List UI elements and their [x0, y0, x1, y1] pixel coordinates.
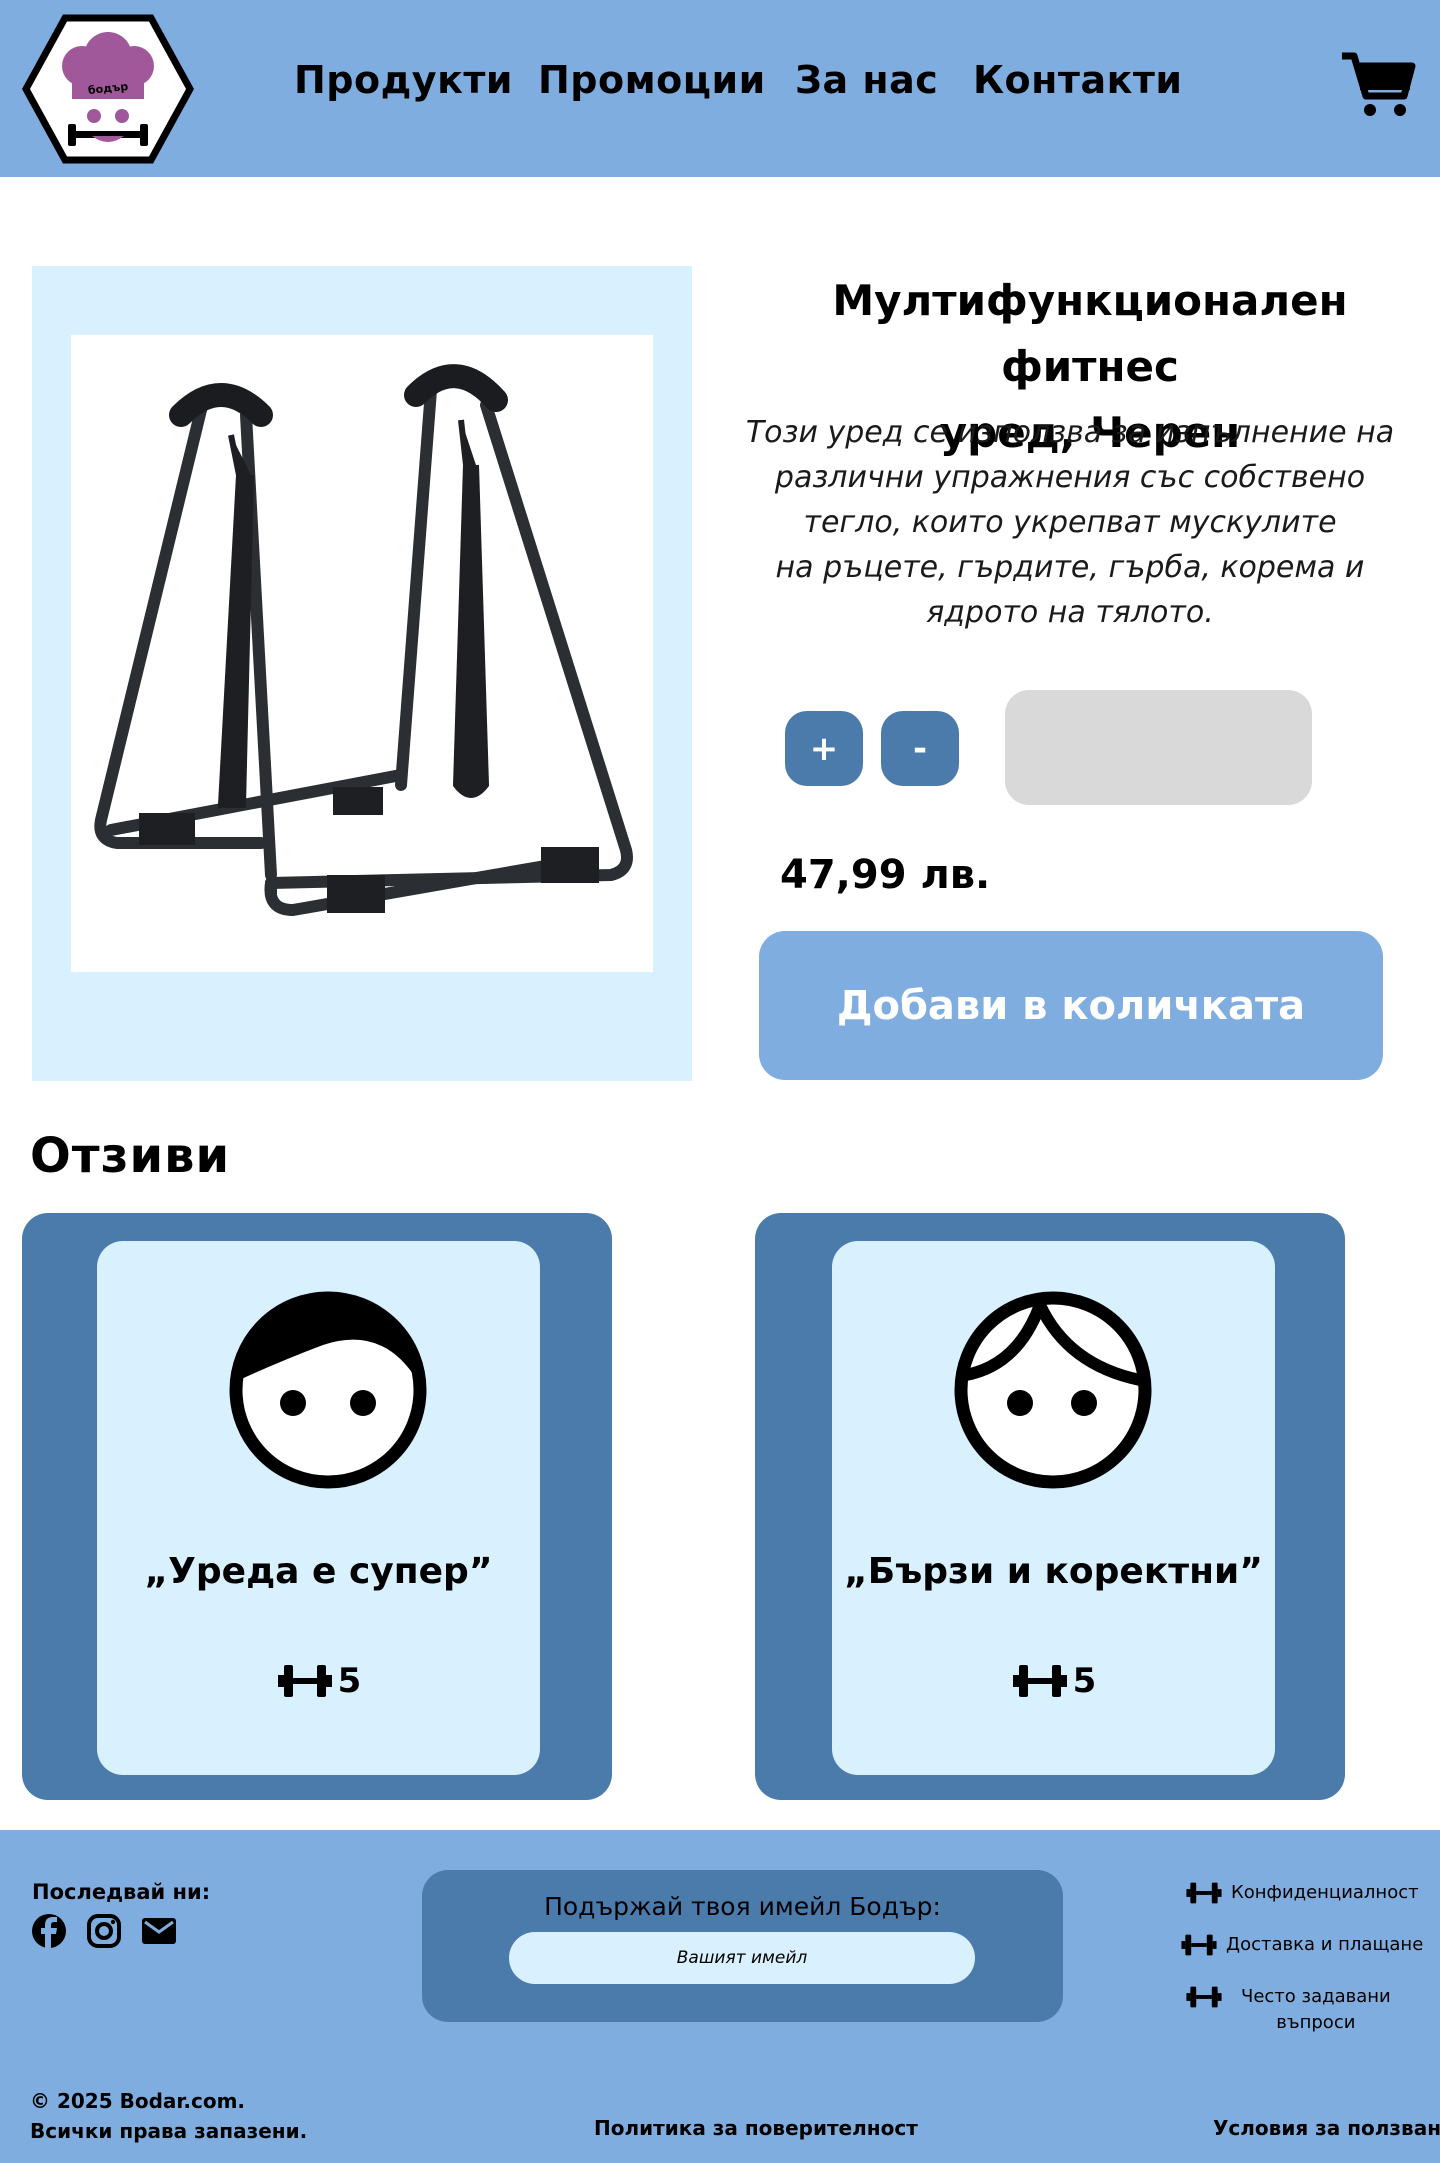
mail-icon[interactable]	[141, 1913, 177, 1949]
faq-line-2: въпроси	[1276, 2012, 1356, 2033]
footer-link-faq[interactable]: Често задавани въпроси	[1185, 1984, 1391, 2036]
cart-icon[interactable]	[1340, 50, 1416, 118]
footer-link-privacy[interactable]: Конфиденциалност	[1185, 1880, 1419, 1906]
faq-line-1: Често задавани	[1241, 1986, 1391, 2007]
nav-products[interactable]: Продукти	[294, 58, 513, 102]
review-text: „Бързи и коректни”	[844, 1551, 1263, 1592]
product-image-frame	[32, 266, 692, 1081]
description-line: ядрото на тялото.	[926, 595, 1214, 630]
quantity-minus-button[interactable]: -	[881, 711, 959, 786]
add-to-cart-button[interactable]: Добави в количката	[759, 931, 1383, 1080]
email-field[interactable]	[509, 1932, 975, 1984]
description-line: тегло, които укрепват мускулите	[803, 505, 1337, 540]
footer-link-label: Доставка и плащане	[1226, 1934, 1424, 1955]
review-card: „Бързи и коректни” 5	[755, 1213, 1345, 1800]
footer-link-delivery[interactable]: Доставка и плащане	[1180, 1932, 1423, 1958]
nav-promotions[interactable]: Промоции	[538, 58, 766, 102]
site-header: бодър Продукти Промоции За нас Контакти	[0, 0, 1440, 177]
privacy-policy-link[interactable]: Политика за поверителност	[594, 2116, 918, 2140]
dumbbell-icon	[277, 1665, 332, 1697]
newsletter-box: Подържай твоя имейл Бодър:	[422, 1870, 1063, 2022]
review-card: „Уреда е супер” 5	[22, 1213, 612, 1800]
reviews-heading: Отзиви	[30, 1128, 231, 1184]
dumbbell-icon	[1012, 1665, 1067, 1697]
bodar-logo[interactable]: бодър	[22, 14, 194, 164]
review-text: „Уреда е супер”	[144, 1551, 493, 1592]
follow-us-label: Последвай ни:	[32, 1880, 211, 1904]
review-rating: 5	[97, 1661, 540, 1701]
instagram-icon[interactable]	[86, 1913, 122, 1949]
quantity-plus-button[interactable]: +	[785, 711, 863, 786]
description-line: на ръцете, гърдите, гърба, корема и	[775, 550, 1365, 585]
boy-face-icon	[229, 1291, 427, 1489]
terms-of-use-link[interactable]: Условия за ползване	[1213, 2116, 1440, 2140]
footer-link-label: Често задавани въпроси	[1231, 1984, 1391, 2036]
dumbbell-icon	[1186, 1986, 1222, 2008]
fitness-station-illustration	[94, 364, 633, 916]
review-rating: 5	[832, 1661, 1275, 1701]
nav-contacts[interactable]: Контакти	[973, 58, 1183, 102]
quantity-field[interactable]	[1005, 690, 1312, 805]
site-footer: Последвай ни: Подържай твоя имейл Бодър:…	[0, 1830, 1440, 2163]
description-line: Този уред се използва за изпълнение на	[745, 415, 1395, 450]
product-description: Този уред се използва за изпълнение на р…	[740, 410, 1400, 635]
description-line: различни упражнения със собствено	[774, 460, 1366, 495]
product-title-line-1: Мултифункционален фитнес	[832, 276, 1348, 391]
rating-value: 5	[337, 1661, 362, 1701]
face-icon	[954, 1291, 1152, 1489]
copyright-line-1: © 2025 Bodar.com.	[30, 2089, 246, 2113]
product-image[interactable]	[71, 335, 653, 972]
copyright-line-2: Всички права запазени.	[30, 2119, 308, 2143]
dumbbell-icon	[1181, 1934, 1217, 1956]
copyright: © 2025 Bodar.com. Всички права запазени.	[30, 2086, 307, 2146]
dumbbell-icon	[1186, 1882, 1222, 1904]
nav-about[interactable]: За нас	[795, 58, 938, 102]
footer-link-label: Конфиденциалност	[1231, 1882, 1419, 1903]
review-card-inner: „Уреда е супер” 5	[97, 1241, 540, 1775]
newsletter-label: Подържай твоя имейл Бодър:	[544, 1892, 941, 1921]
product-price: 47,99 лв.	[780, 852, 991, 898]
review-card-inner: „Бързи и коректни” 5	[832, 1241, 1275, 1775]
facebook-icon[interactable]	[31, 1913, 67, 1949]
rating-value: 5	[1072, 1661, 1097, 1701]
